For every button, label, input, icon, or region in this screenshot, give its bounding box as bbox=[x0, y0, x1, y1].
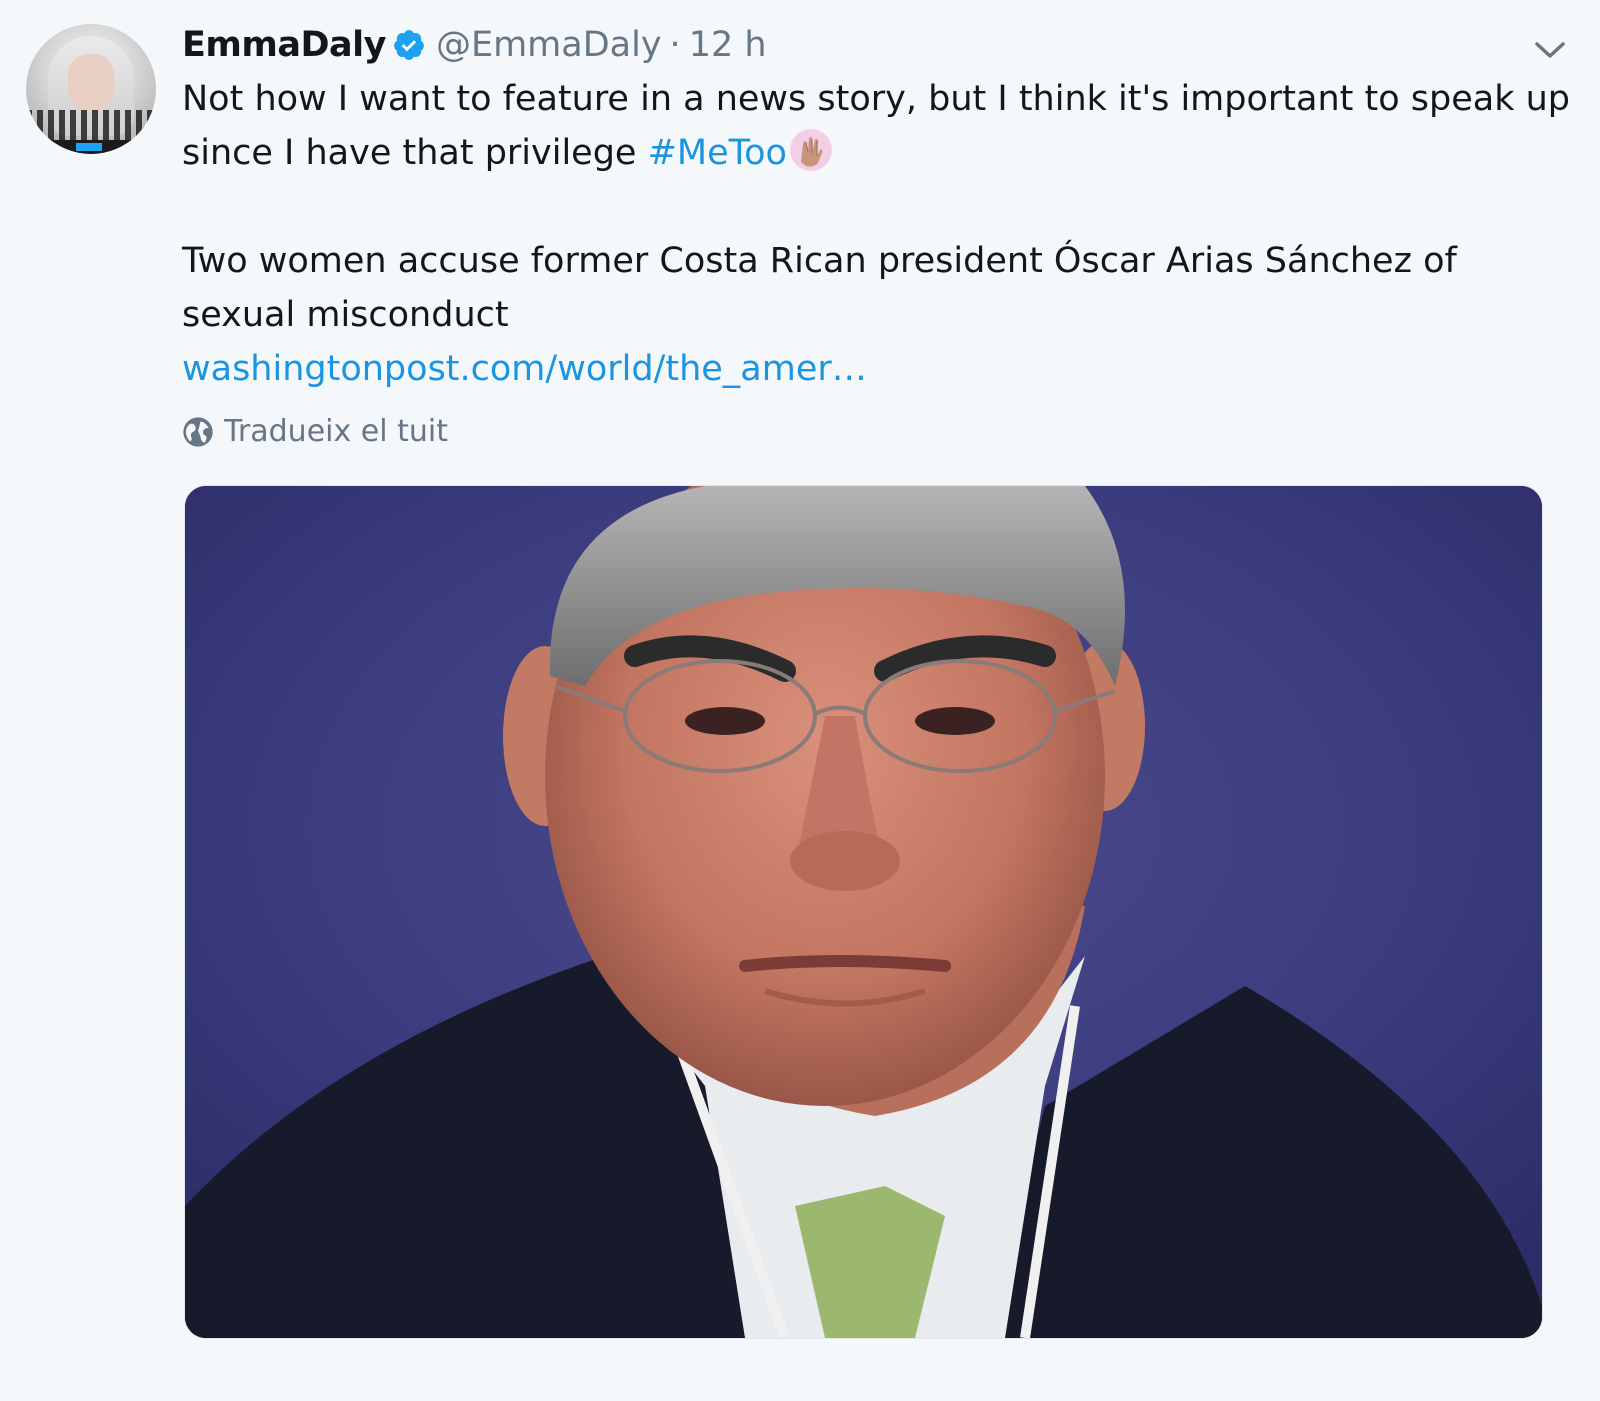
article-link[interactable]: washingtonpost.com/world/the_amer… bbox=[182, 349, 867, 389]
chevron-down-icon[interactable] bbox=[1534, 38, 1566, 62]
display-name[interactable]: EmmaDaly bbox=[182, 25, 386, 65]
tweet[interactable]: EmmaDaly @EmmaDaly · 12 h Not how I want… bbox=[0, 0, 1600, 1401]
article-link-line: washingtonpost.com/world/the_amer… bbox=[182, 342, 1572, 396]
header-separator: · bbox=[669, 25, 681, 65]
hashtag-link[interactable]: #MeToo bbox=[648, 133, 787, 173]
translate-tweet-button[interactable]: Tradueix el tuit bbox=[182, 414, 448, 449]
avatar-silhouettes bbox=[26, 110, 156, 144]
avatar-banner-accent bbox=[76, 143, 102, 151]
spacer-line bbox=[182, 180, 1572, 234]
globe-icon bbox=[183, 416, 213, 447]
tweet-header: EmmaDaly @EmmaDaly · 12 h bbox=[182, 22, 767, 68]
verified-badge-icon bbox=[394, 30, 424, 60]
avatar[interactable] bbox=[26, 24, 156, 154]
tweet-comment-text: Not how I want to feature in a news stor… bbox=[182, 79, 1570, 173]
article-headline: Two women accuse former Costa Rican pres… bbox=[182, 241, 1457, 335]
raised-hands-emoji bbox=[789, 129, 832, 171]
article-photo bbox=[185, 486, 1542, 1338]
avatar-face bbox=[68, 54, 114, 112]
tweet-timestamp[interactable]: 12 h bbox=[689, 25, 767, 65]
article-image[interactable] bbox=[184, 485, 1543, 1339]
translate-label: Tradueix el tuit bbox=[224, 414, 448, 449]
tweet-text: Not how I want to feature in a news stor… bbox=[182, 72, 1572, 396]
user-handle[interactable]: @EmmaDaly bbox=[436, 25, 662, 65]
tweet-comment: Not how I want to feature in a news stor… bbox=[182, 72, 1572, 180]
